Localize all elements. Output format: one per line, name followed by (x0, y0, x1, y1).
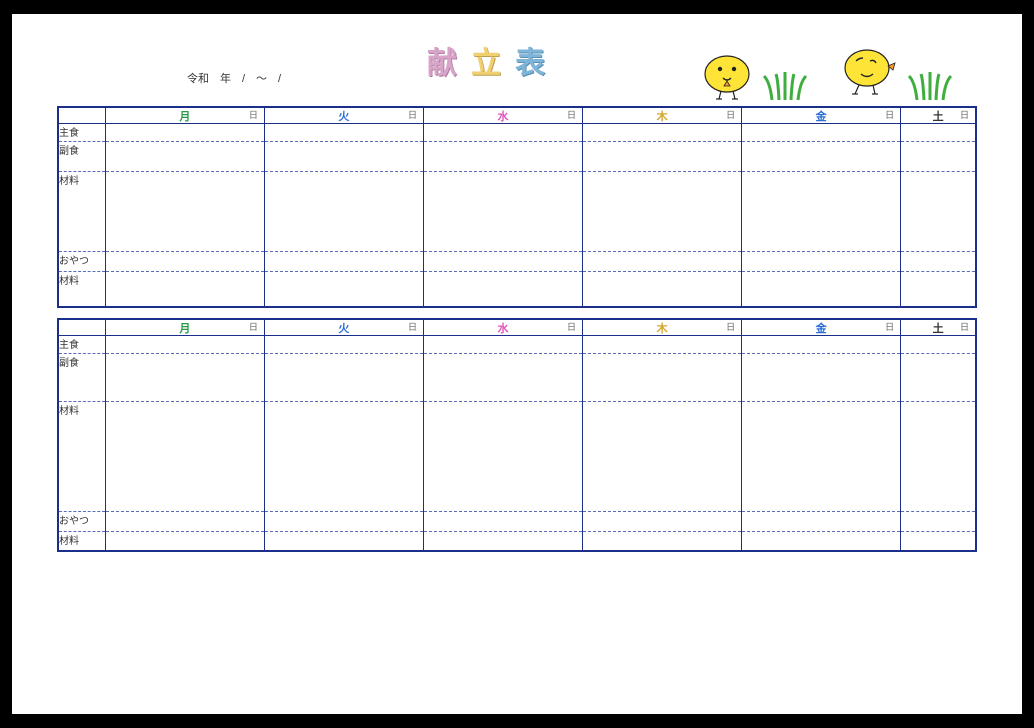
week2-day-header-thu: 木日 (583, 319, 742, 335)
week1-rowlabel-side: 副食 (58, 141, 105, 171)
week1-rowlabel-ingredients: 材料 (58, 171, 105, 251)
week2-rowlabel-ingredients: 材料 (58, 401, 105, 511)
title-char-2: 立 (471, 47, 515, 80)
week2-corner-cell (58, 319, 105, 335)
week1-row-staple: 主食 (58, 123, 976, 141)
week1-day-header-mon: 月日 (105, 107, 264, 123)
week2-rowlabel-snack-ingredients: 材料 (58, 531, 105, 551)
week1-day-header-tue: 火日 (264, 107, 423, 123)
week1-row-snack-ingredients: 材料 (58, 271, 976, 307)
week1-row-side: 副食 (58, 141, 976, 171)
week2-rowlabel-snack: おやつ (58, 511, 105, 531)
week1-rowlabel-staple: 主食 (58, 123, 105, 141)
week2-day-header-tue: 火日 (264, 319, 423, 335)
week2-rowlabel-side: 副食 (58, 353, 105, 401)
week2-row-snack: おやつ (58, 511, 976, 531)
chicks-svg-icon (677, 44, 997, 104)
week1-corner-cell (58, 107, 105, 123)
week2-row-side: 副食 (58, 353, 976, 401)
week1-rowlabel-snack: おやつ (58, 251, 105, 271)
week1-day-header-sat: 土日 (901, 107, 976, 123)
week1-day-header-fri: 金日 (742, 107, 901, 123)
week2-row-ingredients: 材料 (58, 401, 976, 511)
menu-sheet-page: 令和 年 / ～ / 献立表 (12, 14, 1022, 714)
week2-day-header-fri: 金日 (742, 319, 901, 335)
week2-day-header-mon: 月日 (105, 319, 264, 335)
menu-table-week2: 月日 火日 水日 木日 金日 土日 主食 副食 材料 おやつ 材料 (57, 318, 977, 552)
week2-day-header-wed: 水日 (423, 319, 582, 335)
week1-rowlabel-snack-ingredients: 材料 (58, 271, 105, 307)
week1-header-row: 月日 火日 水日 木日 金日 土日 (58, 107, 976, 123)
week1-day-header-thu: 木日 (583, 107, 742, 123)
week2-row-staple: 主食 (58, 335, 976, 353)
page-title: 献立表 (427, 38, 559, 82)
menu-table-week1: 月日 火日 水日 木日 金日 土日 主食 副食 材料 おやつ 材料 (57, 106, 977, 308)
week2-header-row: 月日 火日 水日 木日 金日 土日 (58, 319, 976, 335)
header-area: 令和 年 / ～ / 献立表 (57, 36, 977, 96)
week2-day-header-sat: 土日 (901, 319, 976, 335)
week1-row-ingredients: 材料 (58, 171, 976, 251)
date-range-label: 令和 年 / ～ / (187, 70, 281, 86)
week1-row-snack: おやつ (58, 251, 976, 271)
week1-day-header-wed: 水日 (423, 107, 582, 123)
title-char-1: 献 (427, 47, 471, 80)
chick-illustration (677, 44, 997, 104)
title-char-3: 表 (515, 47, 559, 80)
week2-rowlabel-staple: 主食 (58, 335, 105, 353)
week2-row-snack-ingredients: 材料 (58, 531, 976, 551)
